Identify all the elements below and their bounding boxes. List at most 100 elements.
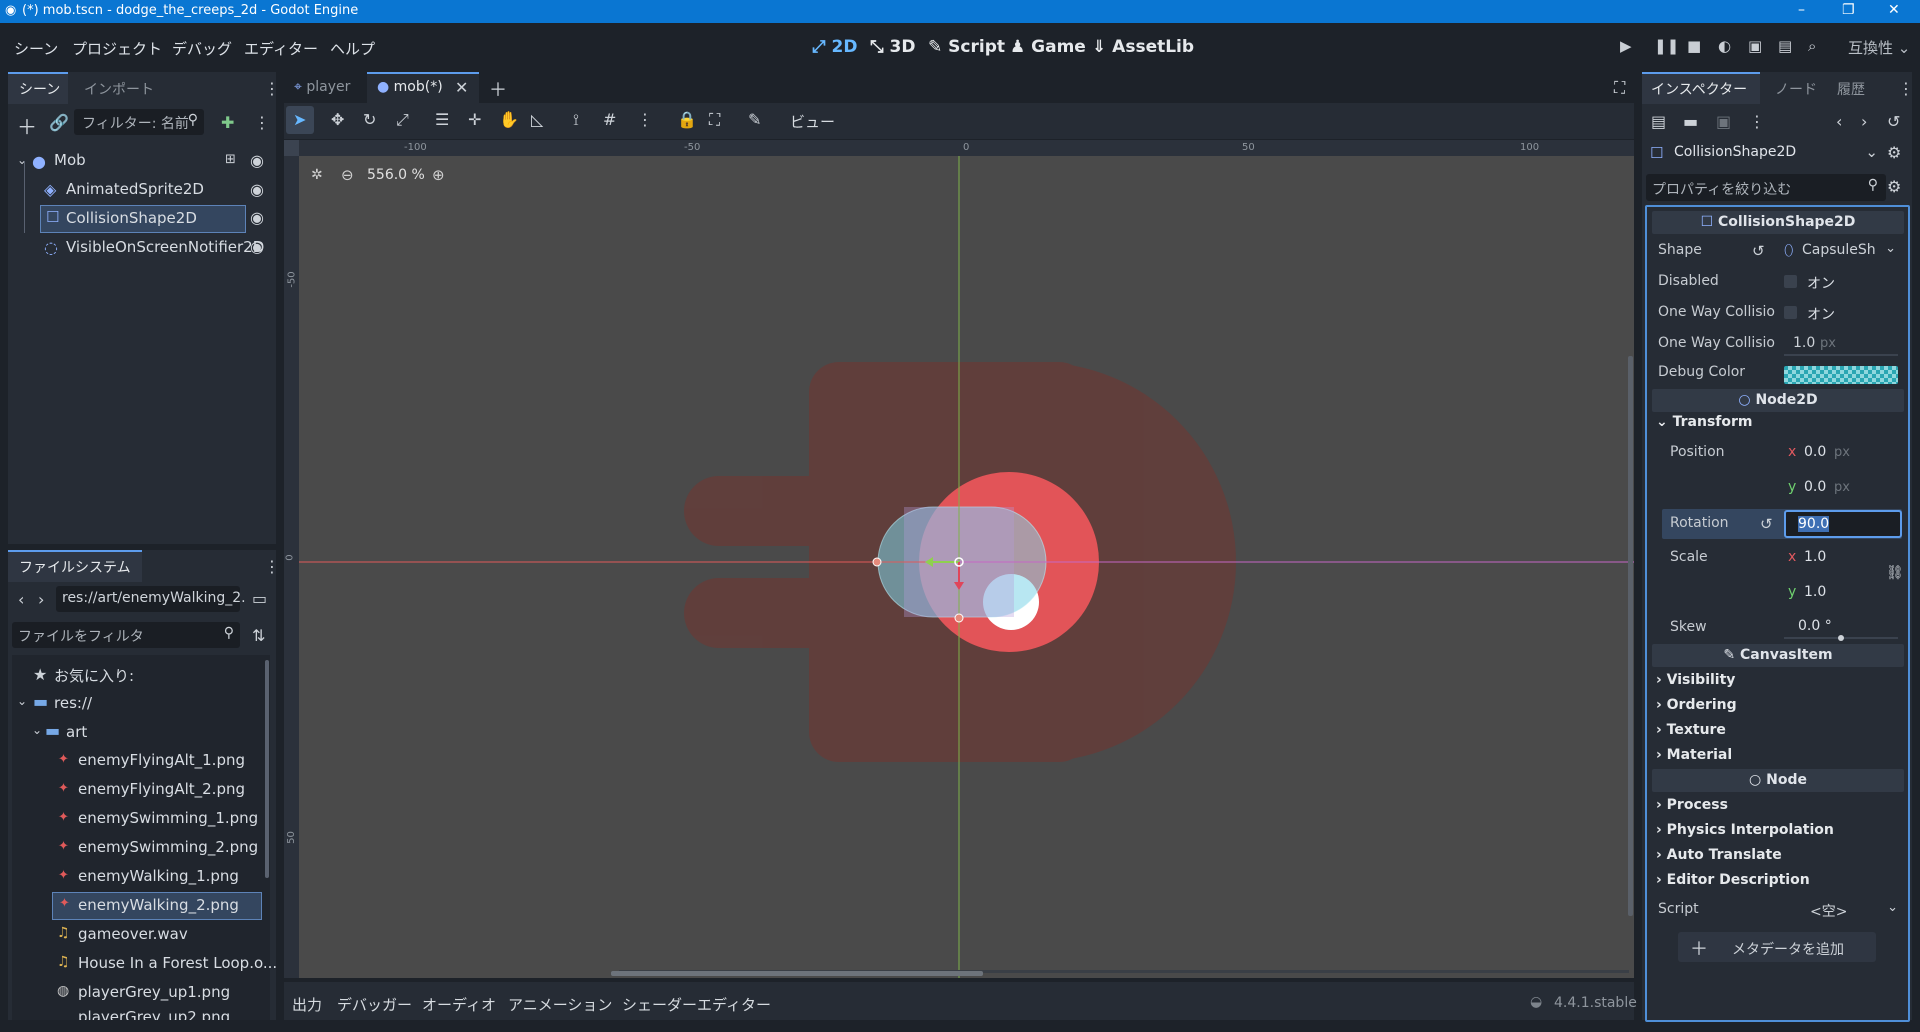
move-tool-icon[interactable]: ✥: [331, 110, 344, 129]
rotate-tool-icon[interactable]: ↻: [363, 110, 376, 129]
one-way-margin-field[interactable]: 1.0 px: [1784, 331, 1898, 357]
menu-editor[interactable]: エディター: [244, 38, 318, 59]
add-metadata-button[interactable]: ＋ メタデータを追加: [1678, 932, 1876, 962]
zoom-level[interactable]: 556.0 %: [367, 167, 425, 183]
scene-filter-input[interactable]: フィルター: 名前 ⚲: [74, 109, 204, 135]
center-view-icon[interactable]: ✲: [311, 167, 323, 183]
file-item[interactable]: House In a Forest Loop.o...: [78, 954, 277, 980]
debug-color-swatch[interactable]: [1784, 366, 1898, 384]
collapse-arrow-icon[interactable]: ⌄: [17, 153, 27, 167]
file-item[interactable]: enemyWalking_1.png: [78, 867, 239, 893]
menu-debug[interactable]: デバッグ: [172, 38, 232, 59]
position-x-field[interactable]: x 0.0 px: [1784, 440, 1898, 466]
disabled-checkbox[interactable]: [1784, 275, 1797, 288]
capsule-handle-left[interactable]: [872, 557, 882, 567]
new-resource-icon[interactable]: ▤: [1651, 112, 1666, 131]
scene-tab-player[interactable]: ⌖ player: [294, 79, 350, 95]
visibility-eye-icon[interactable]: ◉: [250, 151, 264, 170]
v-scrollbar-thumb[interactable]: [1628, 356, 1633, 916]
tab-scene[interactable]: シーン: [19, 79, 60, 99]
selectable-nodes-icon[interactable]: ☰: [435, 110, 449, 129]
load-resource-icon[interactable]: ▬: [1683, 112, 1698, 131]
close-window-button[interactable]: ✕: [1888, 2, 1900, 18]
inspector-options-icon[interactable]: ⚙: [1887, 177, 1901, 196]
ruler-tool-icon[interactable]: ◺: [531, 110, 543, 129]
file-favorites[interactable]: お気に入り:: [54, 665, 134, 691]
play-custom-scene-icon[interactable]: ▤: [1778, 37, 1792, 55]
script-picker[interactable]: <空> ⌄: [1784, 897, 1902, 923]
capsule-handle-bottom[interactable]: [954, 613, 964, 623]
movie-maker-icon[interactable]: ⌕: [1808, 37, 1816, 55]
skew-field[interactable]: 0.0 °: [1784, 614, 1898, 641]
menu-help[interactable]: ヘルプ: [330, 38, 375, 59]
renderer-selector[interactable]: 互換性 ⌄: [1848, 37, 1910, 58]
file-item[interactable]: enemyFlyingAlt_2.png: [78, 780, 245, 806]
close-tab-icon[interactable]: ✕: [455, 78, 468, 97]
history-forward-icon[interactable]: ›: [1861, 112, 1867, 131]
tree-item-visibleonscreennotifier2d[interactable]: VisibleOnScreenNotifier2D: [66, 238, 264, 264]
dock-menu-icon[interactable]: ⋮: [264, 557, 280, 576]
stop-icon[interactable]: ■: [1687, 37, 1701, 55]
link-icon[interactable]: ⛓: [1886, 565, 1904, 581]
group-texture[interactable]: › Texture: [1656, 722, 1726, 738]
file-item[interactable]: playerGrey_up1.png: [78, 983, 230, 1009]
play-scene-icon[interactable]: ▣: [1748, 37, 1762, 55]
scale-tool-icon[interactable]: ⤢: [396, 110, 409, 130]
collapse-arrow-icon[interactable]: ⌄: [17, 694, 27, 708]
group-selected-icon[interactable]: ⛶: [709, 110, 720, 130]
filesystem-path-input[interactable]: res://art/enemyWalking_2.: [56, 586, 246, 612]
new-tab-icon[interactable]: ＋: [489, 76, 507, 102]
maximize-button[interactable]: ❐: [1842, 2, 1855, 18]
group-auto-translate[interactable]: › Auto Translate: [1656, 847, 1782, 863]
file-res-root[interactable]: res://: [54, 694, 92, 720]
visibility-eye-icon[interactable]: ◉: [250, 208, 264, 227]
canvas-viewport[interactable]: ✲ ⊖ 556.0 % ⊕: [299, 156, 1634, 978]
group-icon[interactable]: ⊞: [225, 152, 236, 167]
grid-snap-icon[interactable]: #: [603, 110, 616, 129]
view-script-button[interactable]: ✎ Script: [928, 37, 1005, 57]
tree-item-mob[interactable]: Mob: [54, 151, 86, 177]
scale-y-field[interactable]: y 1.0: [1784, 580, 1884, 606]
zoom-out-icon[interactable]: ⊖: [341, 166, 354, 184]
dock-menu-icon[interactable]: ⋮: [1898, 79, 1914, 98]
file-item[interactable]: enemyFlyingAlt_1.png: [78, 751, 245, 777]
file-item[interactable]: enemySwimming_2.png: [78, 838, 258, 864]
view-2d-button[interactable]: ⤢ 2D: [812, 37, 857, 57]
view-menu[interactable]: ビュー: [790, 111, 835, 132]
minimize-button[interactable]: –: [1798, 2, 1805, 18]
tab-import[interactable]: インポート: [84, 79, 154, 99]
menu-project[interactable]: プロジェクト: [72, 38, 162, 59]
tab-node[interactable]: ノード: [1775, 79, 1817, 99]
scale-x-field[interactable]: x 1.0: [1784, 545, 1884, 571]
group-visibility[interactable]: › Visibility: [1656, 672, 1735, 688]
property-filter-input[interactable]: プロパティを絞り込む ⚲: [1646, 174, 1886, 201]
file-filter-input[interactable]: ファイルをフィルタ ⚲: [12, 622, 240, 648]
group-process[interactable]: › Process: [1656, 797, 1728, 813]
scene-menu-icon[interactable]: ⋮: [254, 113, 270, 132]
h-scrollbar-thumb[interactable]: [611, 971, 983, 976]
tab-filesystem[interactable]: ファイルシステム: [19, 557, 131, 577]
dock-menu-icon[interactable]: ⋮: [264, 79, 280, 98]
node-doc-icon[interactable]: ⚙: [1887, 143, 1901, 162]
view-assetlib-button[interactable]: ⇓ AssetLib: [1092, 37, 1194, 57]
history-back-icon[interactable]: ‹: [1836, 112, 1842, 131]
visibility-eye-icon[interactable]: ◉: [250, 180, 264, 199]
tab-shader-editor[interactable]: シェーダーエディター: [622, 994, 771, 1015]
instance-scene-icon[interactable]: 🔗: [49, 113, 69, 132]
view-3d-button[interactable]: ⤡ 3D: [870, 37, 915, 57]
save-resource-icon[interactable]: ▣: [1716, 112, 1731, 131]
group-editor-description[interactable]: › Editor Description: [1656, 872, 1810, 888]
object-history-icon[interactable]: ↺: [1887, 112, 1900, 131]
file-item[interactable]: enemySwimming_1.png: [78, 809, 258, 835]
forward-icon[interactable]: ›: [38, 590, 44, 609]
play-icon[interactable]: ▶: [1620, 37, 1632, 55]
pivot-tool-icon[interactable]: ✛: [468, 110, 481, 129]
scene-tab-mob[interactable]: ● mob(*): [377, 79, 443, 95]
shape-resource-picker[interactable]: ⬯ CapsuleSh ⌄: [1782, 238, 1900, 264]
distraction-free-icon[interactable]: ⛶: [1614, 78, 1625, 98]
menu-scene[interactable]: シーン: [14, 38, 58, 59]
group-physics-interpolation[interactable]: › Physics Interpolation: [1656, 822, 1834, 838]
sort-icon[interactable]: ⇅: [252, 626, 265, 645]
tab-inspector[interactable]: インスペクター: [1651, 79, 1747, 99]
position-y-field[interactable]: y 0.0 px: [1784, 475, 1898, 501]
